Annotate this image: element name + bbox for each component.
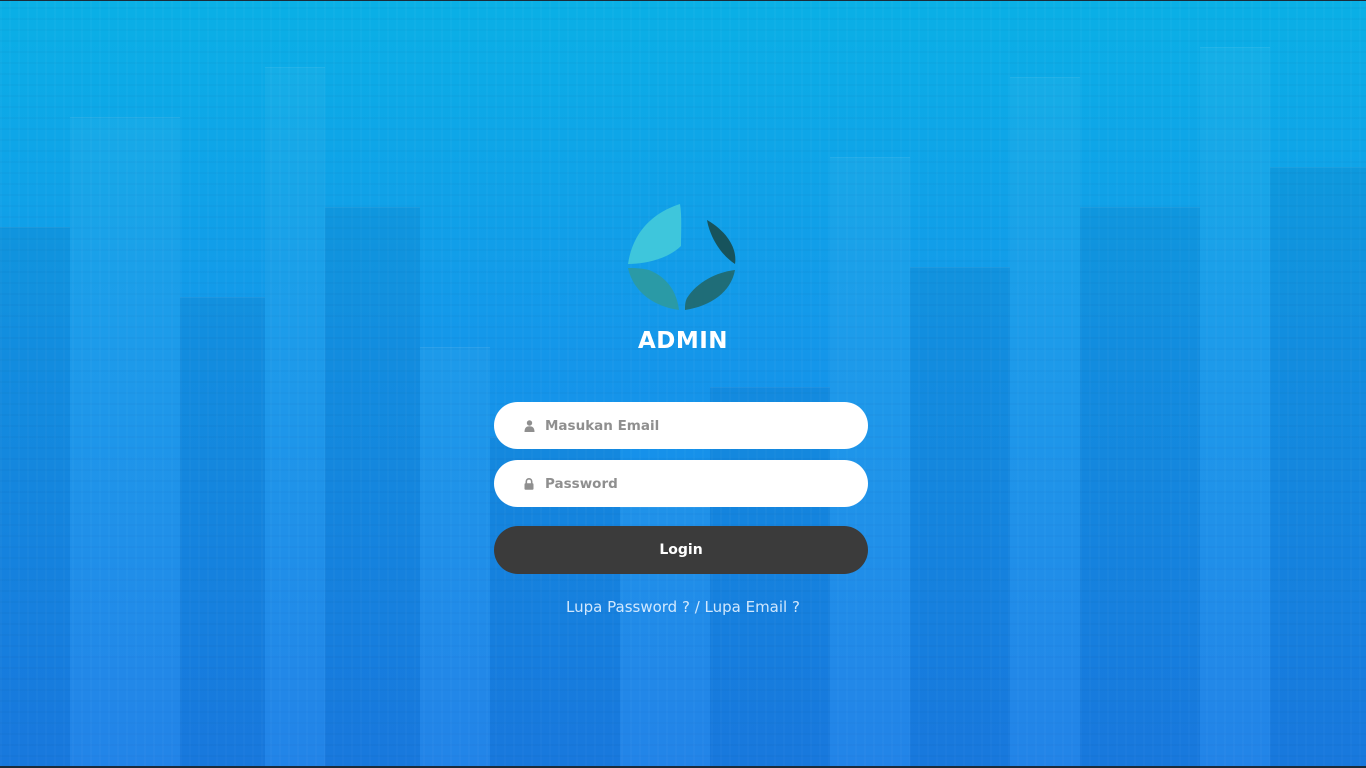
link-separator: / [689,598,705,616]
city-background [0,0,1366,768]
forgot-email-link[interactable]: Lupa Email ? [705,598,800,616]
email-input[interactable] [545,417,845,434]
leaf-circle-logo-icon [628,204,736,310]
user-icon [522,419,536,433]
brand-title: ADMIN [637,328,729,354]
email-field[interactable] [494,402,868,449]
lock-icon [522,477,536,491]
forgot-links: Lupa Password ? / Lupa Email ? [483,598,883,616]
login-button[interactable]: Login [494,526,868,574]
password-input[interactable] [545,475,845,492]
password-field[interactable] [494,460,868,507]
forgot-password-link[interactable]: Lupa Password ? [566,598,690,616]
